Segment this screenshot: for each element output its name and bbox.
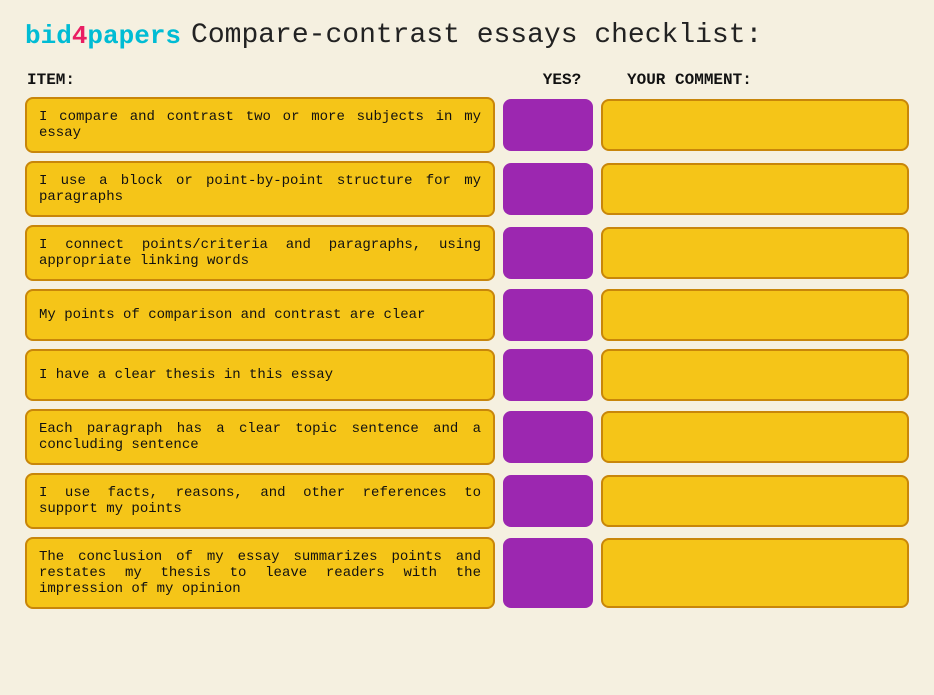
item-text-7: I use facts, reasons, and other referenc…	[25, 473, 495, 529]
comment-box-1[interactable]	[601, 99, 909, 151]
table-row: I compare and contrast two or more subje…	[25, 97, 909, 153]
item-text-2: I use a block or point-by-point structur…	[25, 161, 495, 217]
page-header: bid4papers Compare-contrast essays check…	[25, 20, 909, 51]
table-row: I connect points/criteria and paragraphs…	[25, 225, 909, 281]
checklist: I compare and contrast two or more subje…	[25, 97, 909, 609]
item-text-3: I connect points/criteria and paragraphs…	[25, 225, 495, 281]
yes-checkbox-8[interactable]	[503, 538, 593, 608]
table-row: I use a block or point-by-point structur…	[25, 161, 909, 217]
logo-papers: papers	[87, 21, 181, 51]
comment-box-2[interactable]	[601, 163, 909, 215]
col-header-item: ITEM:	[27, 71, 507, 89]
yes-checkbox-5[interactable]	[503, 349, 593, 401]
logo: bid4papers	[25, 21, 181, 51]
yes-checkbox-6[interactable]	[503, 411, 593, 463]
table-row: Each paragraph has a clear topic sentenc…	[25, 409, 909, 465]
table-row: I have a clear thesis in this essay	[25, 349, 909, 401]
item-text-1: I compare and contrast two or more subje…	[25, 97, 495, 153]
column-headers: ITEM: YES? YOUR COMMENT:	[25, 71, 909, 89]
logo-4: 4	[72, 21, 88, 51]
yes-checkbox-3[interactable]	[503, 227, 593, 279]
item-text-4: My points of comparison and contrast are…	[25, 289, 495, 341]
comment-box-3[interactable]	[601, 227, 909, 279]
comment-box-7[interactable]	[601, 475, 909, 527]
col-header-yes: YES?	[507, 71, 617, 89]
item-text-6: Each paragraph has a clear topic sentenc…	[25, 409, 495, 465]
table-row: My points of comparison and contrast are…	[25, 289, 909, 341]
table-row: I use facts, reasons, and other referenc…	[25, 473, 909, 529]
comment-box-8[interactable]	[601, 538, 909, 608]
logo-bid: bid	[25, 21, 72, 51]
table-row: The conclusion of my essay summarizes po…	[25, 537, 909, 609]
item-text-5: I have a clear thesis in this essay	[25, 349, 495, 401]
page-title: Compare-contrast essays checklist:	[191, 20, 762, 51]
yes-checkbox-7[interactable]	[503, 475, 593, 527]
yes-checkbox-1[interactable]	[503, 99, 593, 151]
comment-box-6[interactable]	[601, 411, 909, 463]
yes-checkbox-2[interactable]	[503, 163, 593, 215]
comment-box-5[interactable]	[601, 349, 909, 401]
yes-checkbox-4[interactable]	[503, 289, 593, 341]
item-text-8: The conclusion of my essay summarizes po…	[25, 537, 495, 609]
comment-box-4[interactable]	[601, 289, 909, 341]
col-header-comment: YOUR COMMENT:	[617, 71, 907, 89]
